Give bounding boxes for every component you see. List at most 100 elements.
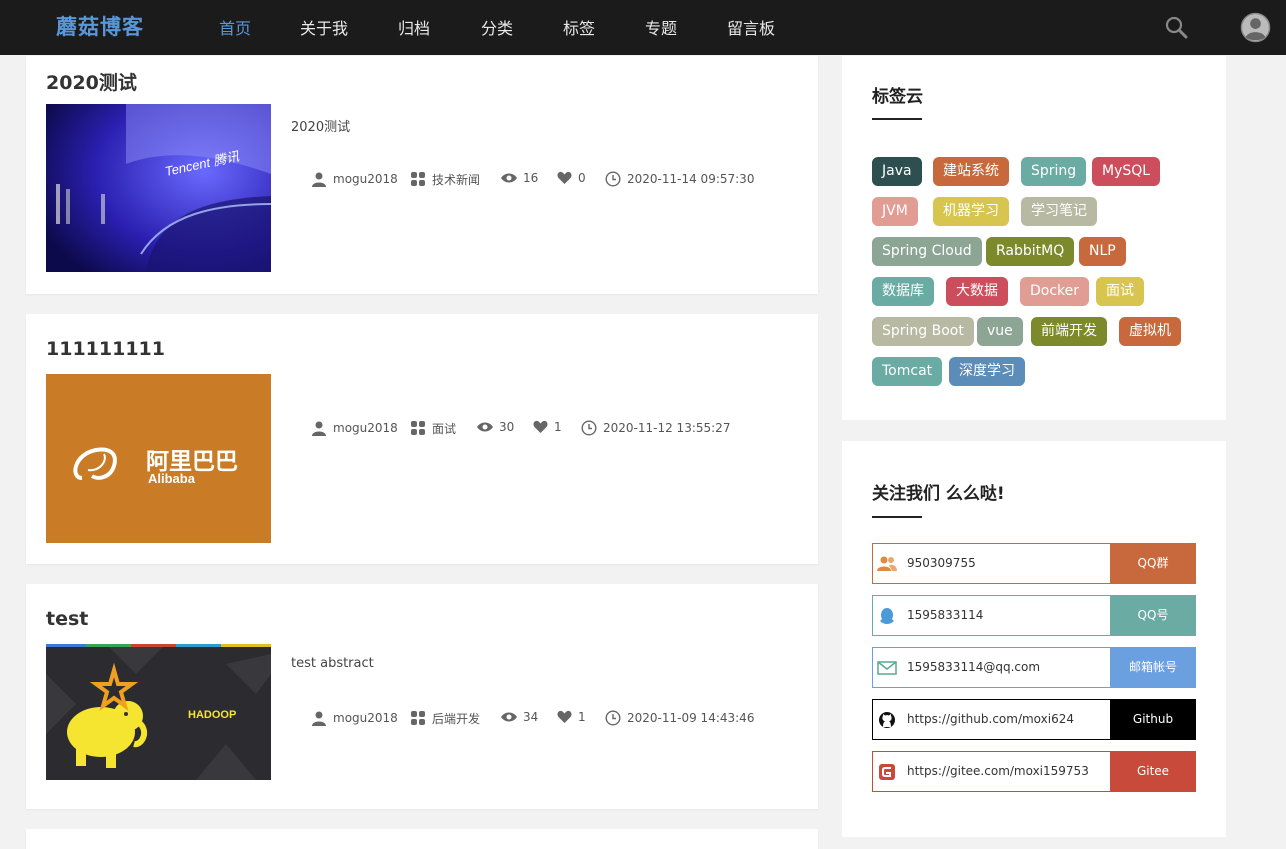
social-value: 1595833114@qq.com [907, 660, 1041, 674]
likes[interactable]: 0 [557, 171, 586, 185]
tag-9[interactable]: NLP [1079, 237, 1126, 266]
tag-13[interactable]: 面试 [1096, 277, 1144, 306]
tag-6[interactable]: 学习笔记 [1021, 197, 1097, 226]
heart-icon [557, 171, 572, 184]
tag-2[interactable]: Spring [1021, 157, 1087, 186]
nav-about[interactable]: 关于我 [300, 15, 348, 39]
clock-icon [581, 420, 597, 436]
date: 2020-11-09 14:43:46 [605, 710, 754, 726]
article-thumbnail[interactable]: 阿里巴巴 Alibaba [46, 374, 271, 543]
social-button[interactable]: 邮箱帐号 [1110, 647, 1196, 688]
article-thumbnail[interactable]: HADOOP [46, 644, 271, 780]
social-button[interactable]: Github [1110, 699, 1196, 740]
social-value: 1595833114 [907, 608, 984, 622]
author[interactable]: mogu2018 [311, 171, 398, 187]
svg-text:Alibaba: Alibaba [148, 471, 196, 486]
views: 30 [477, 420, 514, 434]
tag-17[interactable]: 虚拟机 [1119, 317, 1181, 346]
tag-11[interactable]: 大数据 [946, 277, 1008, 306]
mail-icon [877, 659, 897, 677]
article-title[interactable]: 111111111 [46, 338, 165, 360]
clock-icon [605, 710, 621, 726]
top-navbar: 蘑菇博客 首页 关于我 归档 分类 标签 专题 留言板 [0, 0, 1286, 55]
follow-panel: 关注我们 么么哒! 950309755 QQ群 1595833114 QQ号 15958… [842, 441, 1226, 837]
user-icon [312, 172, 326, 187]
author[interactable]: mogu2018 [311, 710, 398, 726]
github-icon [877, 711, 897, 729]
date: 2020-11-14 09:57:30 [605, 171, 754, 187]
nav-topics[interactable]: 专题 [645, 15, 677, 39]
article-card: 2020测试 Tencent 腾讯 2020测试 mogu2018 技术新闻 1… [26, 56, 818, 294]
likes[interactable]: 1 [533, 420, 562, 434]
social-value: https://github.com/moxi624 [907, 712, 1074, 726]
social-value: 950309755 [907, 556, 976, 570]
article-thumbnail[interactable]: Tencent 腾讯 [46, 104, 271, 272]
tag-0[interactable]: Java [872, 157, 922, 186]
article-title[interactable]: test [46, 608, 88, 630]
article-card: 111111111 阿里巴巴 Alibaba mogu2018 面试 30 1 [26, 314, 818, 564]
article-card [26, 829, 818, 849]
tag-3[interactable]: MySQL [1092, 157, 1161, 186]
qq-icon [877, 607, 897, 625]
category[interactable]: 面试 [411, 420, 456, 437]
social-button[interactable]: QQ号 [1110, 595, 1196, 636]
social-row-4: https://gitee.com/moxi159753 Gitee [872, 751, 1196, 792]
tag-14[interactable]: Spring Boot [872, 317, 974, 346]
category[interactable]: 后端开发 [411, 710, 480, 727]
tag-19[interactable]: 深度学习 [949, 357, 1025, 386]
category[interactable]: 技术新闻 [411, 171, 480, 188]
search-icon[interactable] [1164, 15, 1188, 39]
category-icon [411, 711, 425, 725]
tag-16[interactable]: 前端开发 [1031, 317, 1107, 346]
eye-icon [501, 173, 517, 183]
social-value: https://gitee.com/moxi159753 [907, 764, 1089, 778]
social-row-1: 1595833114 QQ号 [872, 595, 1196, 636]
social-row-3: https://github.com/moxi624 Github [872, 699, 1196, 740]
social-button[interactable]: Gitee [1110, 751, 1196, 792]
svg-text:HADOOP: HADOOP [188, 709, 236, 721]
heart-icon [533, 420, 548, 433]
hadoop-thumbnail-image: HADOOP [46, 644, 271, 780]
article-abstract: 2020测试 [291, 120, 351, 135]
tag-8[interactable]: RabbitMQ [986, 237, 1075, 266]
follow-title: 关注我们 么么哒! [872, 484, 1005, 504]
likes[interactable]: 1 [557, 710, 586, 724]
clock-icon [605, 171, 621, 187]
social-row-2: 1595833114@qq.com 邮箱帐号 [872, 647, 1196, 688]
category-icon [411, 172, 425, 186]
article-title[interactable]: 2020测试 [46, 68, 137, 95]
tag-15[interactable]: vue [977, 317, 1023, 346]
user-icon [312, 421, 326, 436]
social-row-0: 950309755 QQ群 [872, 543, 1196, 584]
author[interactable]: mogu2018 [311, 420, 398, 436]
tag-7[interactable]: Spring Cloud [872, 237, 982, 266]
site-logo[interactable]: 蘑菇博客 [56, 11, 144, 41]
title-underline [872, 118, 922, 120]
eye-icon [501, 712, 517, 722]
views: 34 [501, 710, 538, 724]
eye-icon [477, 422, 493, 432]
tag-1[interactable]: 建站系统 [933, 157, 1009, 186]
tag-4[interactable]: JVM [872, 197, 918, 226]
social-button[interactable]: QQ群 [1110, 543, 1196, 584]
tag-12[interactable]: Docker [1020, 277, 1090, 306]
nav-archive[interactable]: 归档 [398, 15, 430, 39]
nav-guestbook[interactable]: 留言板 [727, 15, 775, 39]
nav-home[interactable]: 首页 [219, 15, 251, 39]
user-icon [312, 711, 326, 726]
tag-18[interactable]: Tomcat [872, 357, 943, 386]
tag-cloud-title: 标签云 [872, 87, 923, 107]
title-underline [872, 516, 922, 518]
heart-icon [557, 710, 572, 723]
article-abstract: test abstract [291, 656, 374, 671]
tag-5[interactable]: 机器学习 [933, 197, 1009, 226]
nav-category[interactable]: 分类 [481, 15, 513, 39]
users-icon [877, 555, 897, 573]
tag-10[interactable]: 数据库 [872, 277, 934, 306]
nav-tags[interactable]: 标签 [563, 15, 595, 39]
tencent-thumbnail-image: Tencent 腾讯 [46, 104, 271, 272]
views: 16 [501, 171, 538, 185]
alibaba-thumbnail-image: 阿里巴巴 Alibaba [46, 374, 271, 543]
category-icon [411, 421, 425, 435]
user-avatar-icon[interactable] [1240, 12, 1271, 43]
